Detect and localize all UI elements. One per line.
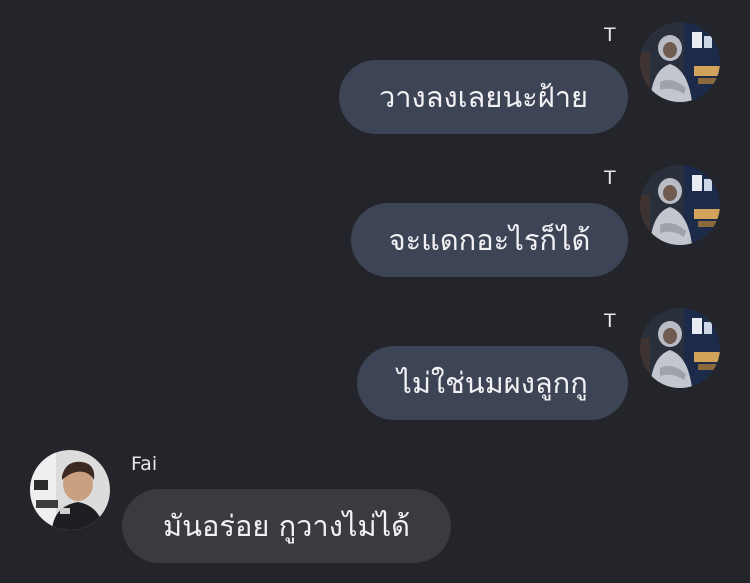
- avatar-t[interactable]: [640, 308, 720, 388]
- message-bubble[interactable]: วางลงเลยนะฝ้าย: [339, 60, 628, 134]
- message-bubble[interactable]: ไม่ใช่นมผงลูกกู: [357, 346, 628, 420]
- message-bubble[interactable]: จะแดกอะไรก็ได้: [351, 203, 628, 277]
- message-text: วางลงเลยนะฝ้าย: [378, 80, 588, 114]
- sender-name: Fai: [131, 453, 158, 475]
- sender-name: T: [604, 167, 616, 189]
- message-text: ไม่ใช่นมผงลูกกู: [397, 366, 588, 400]
- avatar-photo-icon: [640, 22, 720, 102]
- avatar-photo-icon: [30, 450, 110, 530]
- chat-thread: T วางลงเลยนะฝ้าย T จะแดกอะไรก็ได้ T ไม่ใ…: [0, 0, 750, 583]
- avatar-t[interactable]: [640, 22, 720, 102]
- message-text: จะแดกอะไรก็ได้: [388, 223, 591, 257]
- message-bubble[interactable]: มันอร่อย กูวางไม่ได้: [122, 489, 451, 563]
- message-text: มันอร่อย กูวางไม่ได้: [163, 509, 410, 543]
- avatar-fai[interactable]: [30, 450, 110, 530]
- avatar-t[interactable]: [640, 165, 720, 245]
- sender-name: T: [604, 24, 616, 46]
- avatar-photo-icon: [640, 308, 720, 388]
- sender-name: T: [604, 310, 616, 332]
- avatar-photo-icon: [640, 165, 720, 245]
